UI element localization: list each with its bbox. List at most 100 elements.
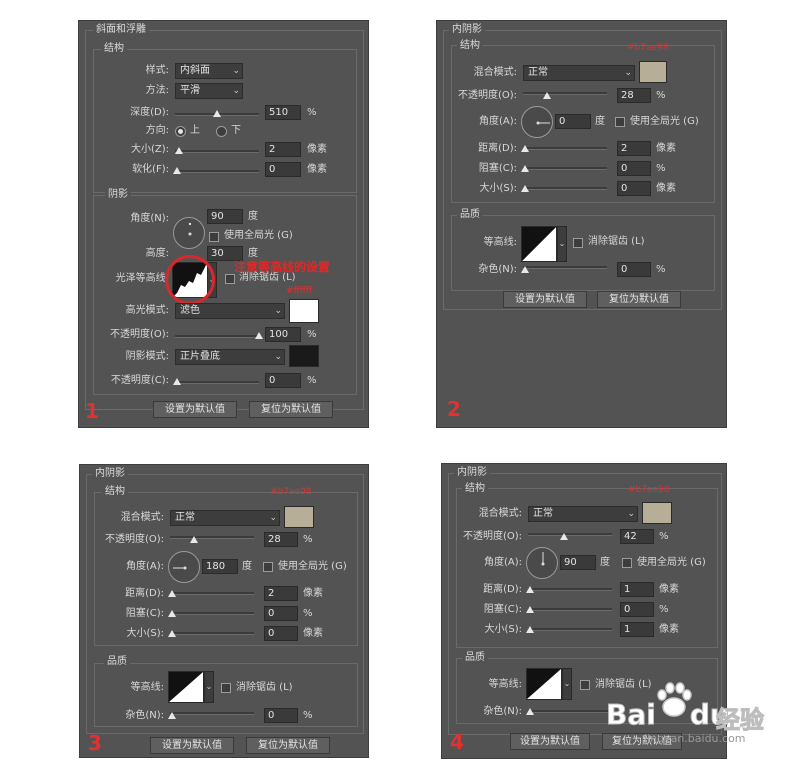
noise-slider-track[interactable] bbox=[528, 710, 612, 713]
shadow-color-swatch[interactable] bbox=[284, 506, 314, 528]
size-slider-thumb[interactable] bbox=[526, 626, 534, 633]
style-dropdown[interactable]: 内斜面 ⌄ bbox=[175, 63, 243, 79]
noise-slider-track[interactable] bbox=[170, 712, 254, 715]
soften-input[interactable]: 0 bbox=[265, 162, 301, 177]
make-default-button[interactable]: 设置为默认值 bbox=[510, 733, 590, 750]
noise-slider-thumb[interactable] bbox=[521, 266, 529, 273]
size-slider-track[interactable] bbox=[170, 632, 254, 635]
highlight-opacity-track[interactable] bbox=[175, 335, 259, 338]
shadow-mode-dropdown[interactable]: 正片叠底 ⌄ bbox=[175, 349, 285, 365]
choke-slider-thumb[interactable] bbox=[526, 606, 534, 613]
choke-slider-thumb[interactable] bbox=[168, 610, 176, 617]
shadow-opacity-track[interactable] bbox=[175, 381, 259, 384]
angle-dial[interactable] bbox=[521, 106, 553, 138]
opacity-input[interactable]: 28 bbox=[617, 88, 651, 103]
shadow-color-swatch[interactable] bbox=[639, 61, 667, 83]
angle-input[interactable]: 90 bbox=[560, 555, 596, 570]
method-dropdown[interactable]: 平滑 ⌄ bbox=[175, 83, 243, 99]
direction-up-radio[interactable] bbox=[175, 126, 186, 137]
opacity-input[interactable]: 42 bbox=[620, 529, 654, 544]
distance-slider-thumb[interactable] bbox=[526, 586, 534, 593]
highlight-opacity-thumb[interactable] bbox=[255, 332, 263, 339]
size-slider-track[interactable] bbox=[523, 187, 607, 190]
reset-default-button[interactable]: 复位为默认值 bbox=[597, 291, 681, 308]
contour-preview[interactable] bbox=[521, 226, 557, 262]
angle-input[interactable]: 90 bbox=[207, 209, 243, 224]
distance-slider-thumb[interactable] bbox=[168, 590, 176, 597]
size-slider-track[interactable] bbox=[528, 628, 612, 631]
angle-dial[interactable] bbox=[173, 217, 205, 249]
contour-dropdown[interactable]: ⌄ bbox=[204, 671, 214, 703]
make-default-button[interactable]: 设置为默认值 bbox=[150, 737, 234, 754]
distance-input[interactable]: 1 bbox=[620, 582, 654, 597]
soften-slider-track[interactable] bbox=[175, 170, 259, 173]
global-light-checkbox[interactable] bbox=[263, 562, 273, 572]
noise-input[interactable]: 0 bbox=[617, 262, 651, 277]
choke-input[interactable]: 0 bbox=[620, 602, 654, 617]
highlight-opacity-input[interactable]: 100 bbox=[265, 327, 301, 342]
depth-input[interactable]: 510 bbox=[265, 105, 301, 120]
angle-dial[interactable] bbox=[526, 547, 558, 579]
angle-input[interactable]: 0 bbox=[555, 114, 591, 129]
anti-aliased-checkbox[interactable] bbox=[580, 680, 590, 690]
size-input[interactable]: 0 bbox=[617, 181, 651, 196]
opacity-slider-track[interactable] bbox=[523, 92, 607, 95]
noise-slider-thumb[interactable] bbox=[526, 708, 534, 715]
soften-slider-thumb[interactable] bbox=[173, 167, 181, 174]
contour-preview[interactable] bbox=[526, 668, 562, 700]
opacity-slider-thumb[interactable] bbox=[190, 536, 198, 543]
direction-down-radio[interactable] bbox=[216, 126, 227, 137]
noise-slider-track[interactable] bbox=[523, 266, 607, 269]
reset-default-button[interactable]: 复位为默认值 bbox=[249, 401, 333, 418]
make-default-button[interactable]: 设置为默认值 bbox=[503, 291, 587, 308]
size-slider-track[interactable] bbox=[175, 150, 259, 153]
distance-slider-thumb[interactable] bbox=[521, 145, 529, 152]
choke-input[interactable]: 0 bbox=[617, 161, 651, 176]
opacity-slider-thumb[interactable] bbox=[543, 92, 551, 99]
depth-slider-thumb[interactable] bbox=[213, 110, 221, 117]
size-input[interactable]: 1 bbox=[620, 622, 654, 637]
choke-slider-track[interactable] bbox=[523, 167, 607, 170]
choke-slider-track[interactable] bbox=[528, 608, 612, 611]
opacity-slider-thumb[interactable] bbox=[560, 533, 568, 540]
size-input[interactable]: 2 bbox=[265, 142, 301, 157]
highlight-mode-dropdown[interactable]: 滤色 ⌄ bbox=[175, 303, 285, 319]
choke-input[interactable]: 0 bbox=[264, 606, 298, 621]
reset-default-button[interactable]: 复位为默认值 bbox=[246, 737, 330, 754]
distance-input[interactable]: 2 bbox=[617, 141, 651, 156]
noise-input[interactable]: 0 bbox=[264, 708, 298, 723]
choke-slider-track[interactable] bbox=[170, 612, 254, 615]
distance-slider-track[interactable] bbox=[528, 588, 612, 591]
distance-input[interactable]: 2 bbox=[264, 586, 298, 601]
distance-slider-track[interactable] bbox=[170, 592, 254, 595]
blend-mode-dropdown[interactable]: 正常 ⌄ bbox=[528, 506, 638, 522]
shadow-color-swatch[interactable] bbox=[289, 345, 319, 367]
contour-dropdown[interactable]: ⌄ bbox=[557, 226, 567, 262]
make-default-button[interactable]: 设置为默认值 bbox=[153, 401, 237, 418]
shadow-color-swatch[interactable] bbox=[642, 502, 672, 524]
noise-slider-thumb[interactable] bbox=[168, 712, 176, 719]
opacity-slider-track[interactable] bbox=[528, 533, 612, 536]
size-slider-thumb[interactable] bbox=[175, 147, 183, 154]
highlight-color-swatch[interactable] bbox=[289, 299, 319, 323]
anti-aliased-checkbox[interactable] bbox=[225, 274, 235, 284]
distance-slider-track[interactable] bbox=[523, 147, 607, 150]
global-light-checkbox[interactable] bbox=[622, 558, 632, 568]
contour-preview[interactable] bbox=[168, 671, 204, 703]
global-light-checkbox[interactable] bbox=[209, 232, 219, 242]
size-slider-thumb[interactable] bbox=[168, 630, 176, 637]
choke-slider-thumb[interactable] bbox=[521, 165, 529, 172]
opacity-input[interactable]: 28 bbox=[264, 532, 298, 547]
size-slider-thumb[interactable] bbox=[521, 185, 529, 192]
shadow-opacity-input[interactable]: 0 bbox=[265, 373, 301, 388]
angle-input[interactable]: 180 bbox=[202, 559, 238, 574]
blend-mode-dropdown[interactable]: 正常 ⌄ bbox=[170, 510, 280, 526]
size-input[interactable]: 0 bbox=[264, 626, 298, 641]
anti-aliased-checkbox[interactable] bbox=[221, 683, 231, 693]
global-light-checkbox[interactable] bbox=[615, 117, 625, 127]
contour-dropdown[interactable]: ⌄ bbox=[562, 668, 572, 700]
shadow-opacity-thumb[interactable] bbox=[173, 378, 181, 385]
opacity-slider-track[interactable] bbox=[170, 536, 254, 539]
angle-dial[interactable] bbox=[168, 551, 200, 583]
blend-mode-dropdown[interactable]: 正常 ⌄ bbox=[523, 65, 635, 81]
